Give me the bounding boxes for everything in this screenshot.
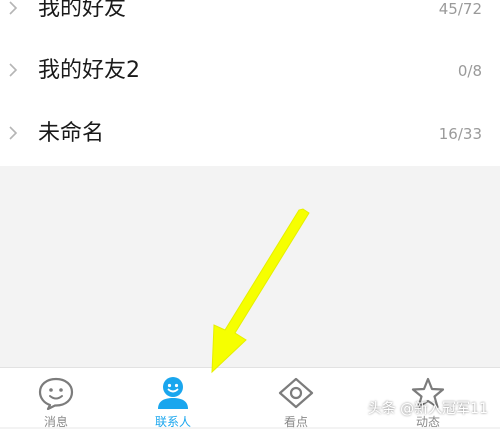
- group-online-count: 16/33: [438, 125, 482, 143]
- group-row-my-friends[interactable]: 我的好友 45/72: [0, 0, 500, 40]
- eye-diamond-icon: [278, 377, 314, 409]
- group-row-unnamed[interactable]: 未命名 16/33: [0, 103, 500, 165]
- tab-contacts[interactable]: 联系人: [117, 368, 242, 429]
- empty-list-area: [0, 166, 500, 367]
- contact-person-icon: [158, 377, 188, 409]
- chevron-right-icon: [9, 1, 18, 15]
- group-online-count: 45/72: [438, 0, 482, 18]
- group-name: 我的好友2: [38, 58, 140, 83]
- tab-feed[interactable]: 动态: [372, 368, 497, 429]
- group-online-count: 0/8: [457, 62, 482, 80]
- chevron-right-icon: [9, 126, 18, 140]
- group-name: 未命名: [38, 121, 105, 146]
- tab-highlights[interactable]: 看点: [240, 368, 365, 429]
- group-row-my-friends-2[interactable]: 我的好友2 0/8: [0, 40, 500, 102]
- chat-bubble-smile-icon: [38, 377, 74, 410]
- contact-group-list: 我的好友 45/72 我的好友2 0/8 未命名 16/33: [0, 0, 500, 166]
- bottom-tab-bar: 消息 联系人 看点 动态: [0, 367, 500, 429]
- chevron-right-icon: [9, 63, 18, 77]
- tab-messages[interactable]: 消息: [0, 368, 125, 429]
- watermark-text: 头条 @新入冠军11: [367, 401, 488, 417]
- group-name: 我的好友: [38, 0, 127, 21]
